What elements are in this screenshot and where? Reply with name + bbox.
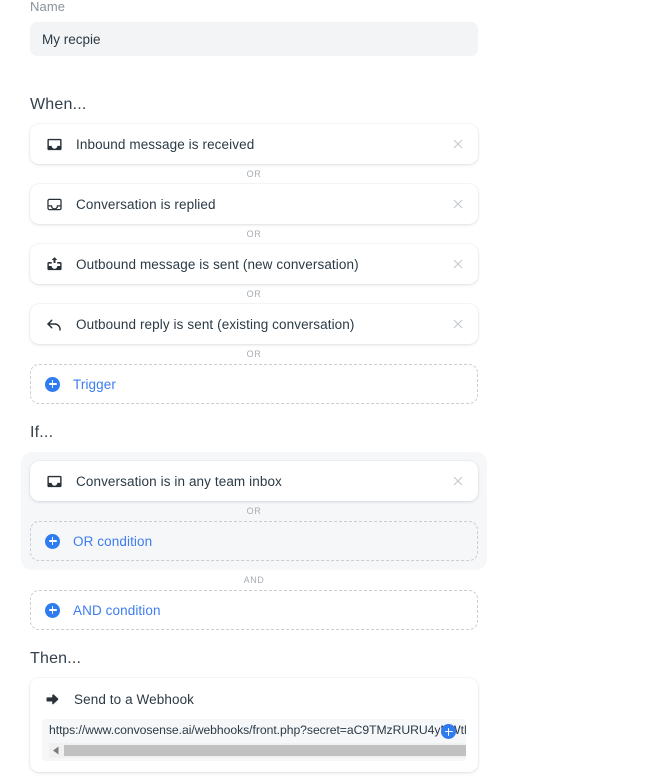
- arrow-right-icon: [42, 691, 62, 708]
- add-or-condition-label: OR condition: [73, 533, 153, 549]
- remove-trigger-icon[interactable]: [450, 316, 466, 332]
- trigger-row[interactable]: Conversation is replied: [30, 184, 478, 224]
- or-separator: OR: [246, 169, 262, 179]
- reply-arrow-icon: [44, 314, 64, 334]
- inbox-filled-icon: [44, 471, 64, 491]
- recipe-editor: Name When... Inbound message is received…: [0, 0, 658, 780]
- trigger-row[interactable]: Inbound message is received: [30, 124, 478, 164]
- plus-circle-icon: [45, 533, 60, 549]
- and-separator: AND: [243, 575, 265, 585]
- trigger-label: Outbound reply is sent (existing convers…: [76, 316, 355, 332]
- or-separator: OR: [246, 506, 262, 516]
- trigger-label: Outbound message is sent (new conversati…: [76, 256, 359, 272]
- then-section-title: Then...: [30, 650, 82, 667]
- if-condition-group: Conversation is in any team inbox OR OR …: [21, 452, 487, 570]
- scroll-left-icon[interactable]: [49, 743, 62, 758]
- remove-condition-icon[interactable]: [450, 473, 466, 489]
- add-or-condition-button[interactable]: OR condition: [30, 521, 478, 561]
- trigger-row[interactable]: Outbound message is sent (new conversati…: [30, 244, 478, 284]
- or-separator: OR: [246, 229, 262, 239]
- webhook-url-row: https://www.convosense.ai/webhooks/front…: [42, 719, 466, 761]
- trigger-label: Inbound message is received: [76, 136, 255, 152]
- inbox-upload-icon: [44, 254, 64, 274]
- add-and-condition-button[interactable]: AND condition: [30, 590, 478, 630]
- add-and-condition-label: AND condition: [73, 602, 161, 618]
- if-section-title: If...: [30, 424, 54, 441]
- trigger-label: Conversation is replied: [76, 196, 216, 212]
- webhook-url-text[interactable]: https://www.convosense.ai/webhooks/front…: [42, 719, 466, 742]
- recipe-name-input[interactable]: [30, 22, 478, 56]
- scrollbar-thumb[interactable]: [64, 745, 466, 756]
- plus-circle-icon: [45, 602, 60, 618]
- webhook-action-label: Send to a Webhook: [74, 691, 195, 707]
- condition-label: Conversation is in any team inbox: [76, 473, 282, 489]
- webhook-action-card: Send to a Webhook https://www.convosense…: [30, 678, 478, 772]
- remove-trigger-icon[interactable]: [450, 196, 466, 212]
- when-block-list: Inbound message is received OR Conversat…: [30, 124, 478, 404]
- name-label: Name: [30, 0, 66, 14]
- condition-row[interactable]: Conversation is in any team inbox: [30, 461, 478, 501]
- horizontal-scrollbar[interactable]: [49, 743, 466, 758]
- add-webhook-url-button[interactable]: [441, 724, 456, 739]
- trigger-row[interactable]: Outbound reply is sent (existing convers…: [30, 304, 478, 344]
- remove-trigger-icon[interactable]: [450, 136, 466, 152]
- or-separator: OR: [246, 349, 262, 359]
- or-separator: OR: [246, 289, 262, 299]
- webhook-header: Send to a Webhook: [42, 688, 466, 730]
- add-trigger-button[interactable]: Trigger: [30, 364, 478, 404]
- inbox-outline-icon: [44, 194, 64, 214]
- inbox-filled-icon: [44, 134, 64, 154]
- add-trigger-label: Trigger: [73, 376, 116, 392]
- remove-trigger-icon[interactable]: [450, 256, 466, 272]
- plus-circle-icon: [45, 376, 60, 392]
- when-section-title: When...: [30, 96, 87, 113]
